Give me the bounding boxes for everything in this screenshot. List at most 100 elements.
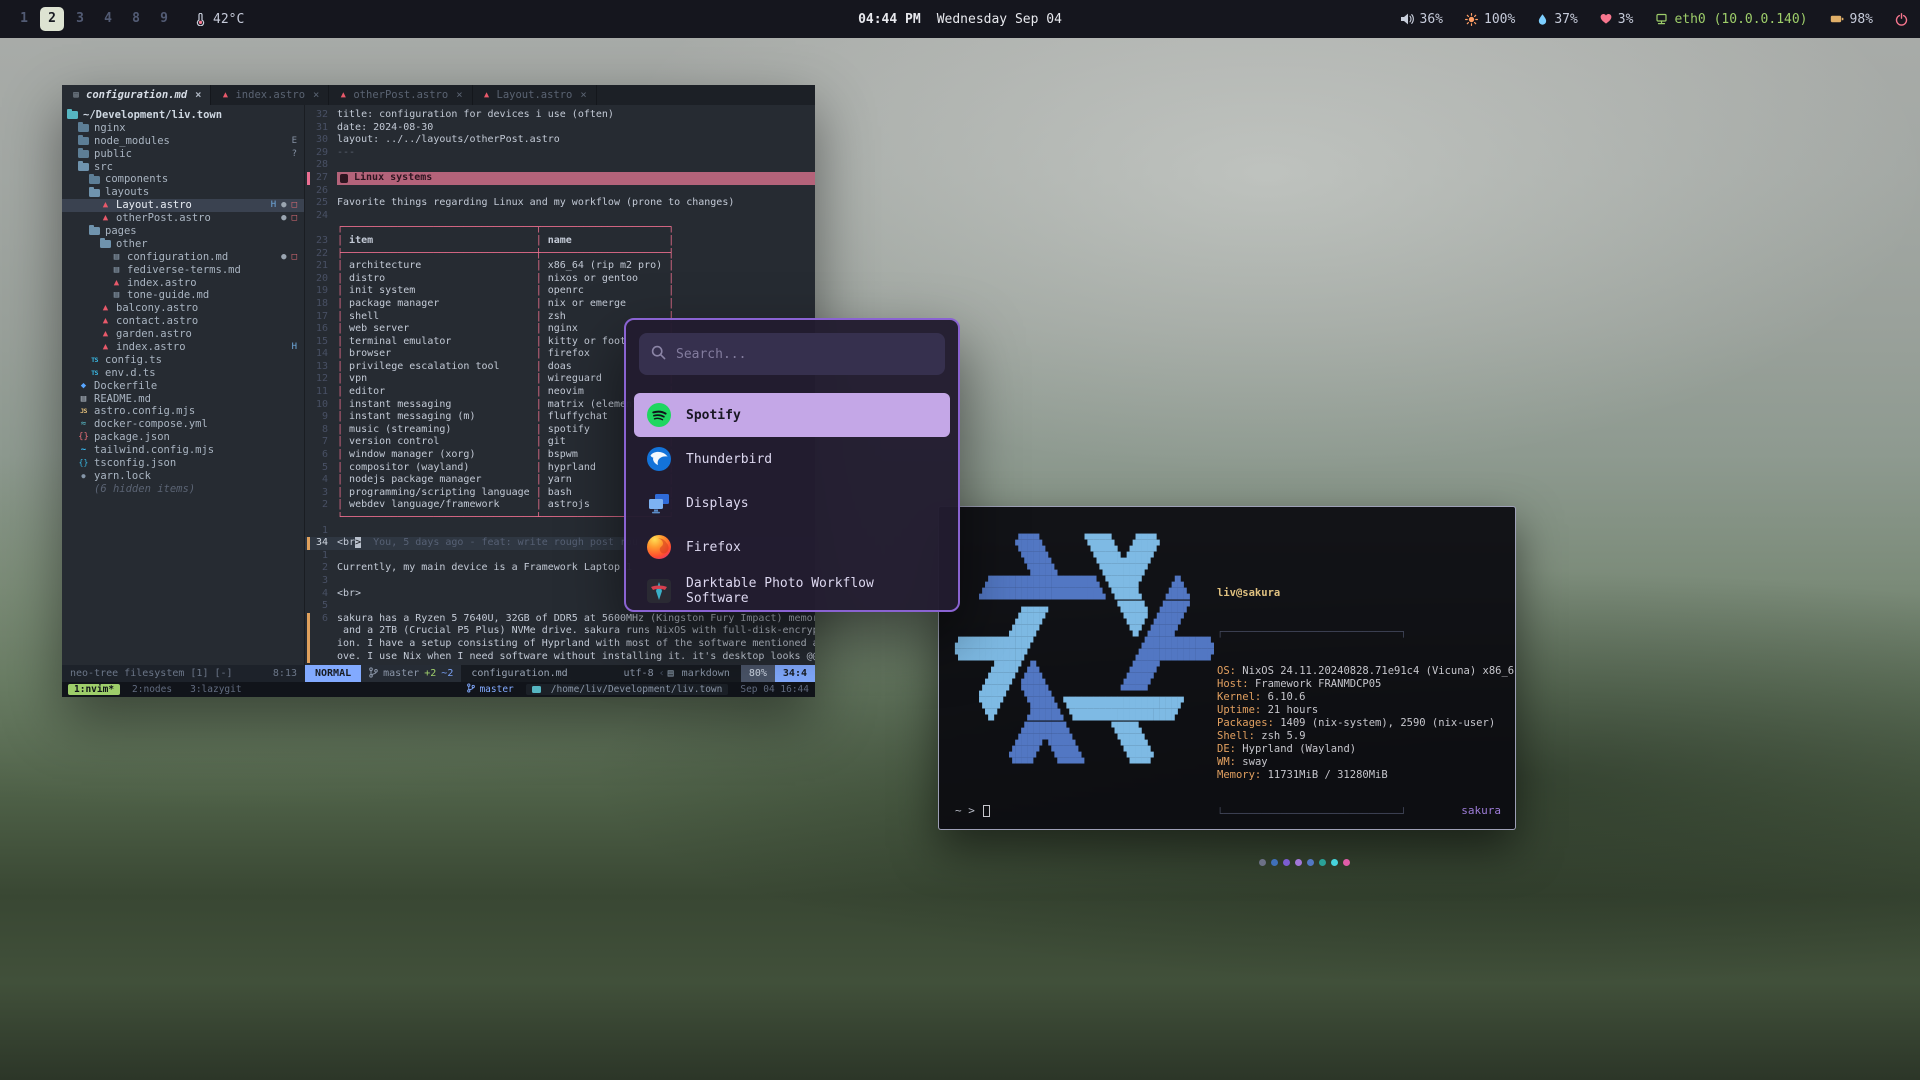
- tab-label: configuration.md: [86, 89, 187, 101]
- workspace-button-8[interactable]: 8: [124, 7, 148, 31]
- tree-item-layouts[interactable]: layouts: [62, 186, 304, 199]
- power-module[interactable]: [1895, 13, 1908, 26]
- tree-item-contact.astro[interactable]: ▲contact.astro: [62, 315, 304, 328]
- git-status-badge: E: [292, 135, 297, 148]
- table-row[interactable]: 20│ distro │ nixos or gentoo │: [305, 273, 815, 286]
- tree-item-pages[interactable]: pages: [62, 225, 304, 238]
- workspace-button-2[interactable]: 2: [40, 7, 64, 31]
- terminal-window: ▗▄▄▄ ▗▄▄▄▄ ▄▄▄▖ ▜███▙ ▜███▙ ▟███▛ ▜███▙ …: [938, 506, 1516, 830]
- folder-icon: [78, 137, 89, 145]
- close-icon[interactable]: ×: [456, 89, 462, 101]
- buffer-line[interactable]: ┌────────────────────────────────┬──────…: [305, 222, 815, 235]
- tree-item-label: ~/Development/liv.town: [83, 109, 222, 122]
- disk-module: 37%: [1537, 12, 1577, 27]
- tab-Layout.astro[interactable]: ▲Layout.astro×: [473, 85, 597, 105]
- tree-item-balcony.astro[interactable]: ▲balcony.astro: [62, 302, 304, 315]
- tree-item-nginx[interactable]: nginx: [62, 122, 304, 135]
- tree-item-label: balcony.astro: [116, 302, 198, 315]
- close-icon[interactable]: ×: [580, 89, 586, 101]
- buffer-line[interactable]: ion. I have a setup consisting of Hyprla…: [305, 638, 815, 651]
- tab-otherPost.astro[interactable]: ▲otherPost.astro×: [329, 85, 472, 105]
- tree-item-fediverse-terms.md[interactable]: ▤fediverse-terms.md: [62, 264, 304, 277]
- tree-item-nodemodules[interactable]: node_modulesE: [62, 135, 304, 148]
- palette-dot: [1307, 859, 1314, 866]
- tree-item-Layout.astro[interactable]: ▲Layout.astroH●□: [62, 199, 304, 212]
- tree-item-tone-guide.md[interactable]: ▤tone-guide.md: [62, 289, 304, 302]
- workspace-button-3[interactable]: 3: [68, 7, 92, 31]
- tree-item-yarn.lock[interactable]: ● yarn.lock: [62, 470, 304, 483]
- buffer-line[interactable]: 32title: configuration for devices i use…: [305, 109, 815, 122]
- launcher-item-displays[interactable]: Displays: [634, 481, 950, 525]
- shell-prompt[interactable]: ~ > sakura: [955, 804, 1501, 817]
- palette-dot: [1271, 859, 1278, 866]
- buffer-line[interactable]: and a 2TB (Crucial P5 Plus) NVMe drive. …: [305, 625, 815, 638]
- workspace-button-4[interactable]: 4: [96, 7, 120, 31]
- launcher-item-thunderbird[interactable]: Thunderbird: [634, 437, 950, 481]
- palette-dot: [1319, 859, 1326, 866]
- workspace-button-9[interactable]: 9: [152, 7, 176, 31]
- buffer-line[interactable]: 28: [305, 159, 815, 172]
- fastfetch-info: liv@sakura ┌────────────────────────────…: [1217, 561, 1514, 892]
- table-row[interactable]: 21│ architecture │ x86_64 (rip m2 pro) │: [305, 260, 815, 273]
- launcher-item-spotify[interactable]: Spotify: [634, 393, 950, 437]
- tab-configuration.md[interactable]: ▤configuration.md×: [62, 85, 211, 105]
- spotify-icon: [646, 402, 672, 428]
- buffer-line[interactable]: 31date: 2024-08-30: [305, 122, 815, 135]
- folder-icon: [78, 124, 89, 132]
- tab-index.astro[interactable]: ▲index.astro×: [211, 85, 329, 105]
- tree-item-~Developmentliv.town[interactable]: ~/Development/liv.town: [62, 109, 304, 122]
- tree-item-label: garden.astro: [116, 328, 192, 341]
- folder-icon: [89, 227, 100, 235]
- tree-item-public[interactable]: public?: [62, 148, 304, 161]
- buffer-line[interactable]: 22├────────────────────────────────┼────…: [305, 248, 815, 261]
- markdown-heading[interactable]: 27Linux systems: [305, 172, 815, 185]
- ts-file-icon: TS: [89, 354, 100, 367]
- lock-file-icon: ●: [78, 470, 89, 483]
- table-row[interactable]: 18│ package manager │ nix or emerge │: [305, 298, 815, 311]
- tree-item-astro.config.mjs[interactable]: JSastro.config.mjs: [62, 405, 304, 418]
- buffer-line[interactable]: 30layout: ../../layouts/otherPost.astro: [305, 134, 815, 147]
- tree-item-docker-compose.yml[interactable]: ≈docker-compose.yml: [62, 418, 304, 431]
- buffer-line[interactable]: 29---: [305, 147, 815, 160]
- table-row[interactable]: 19│ init system │ openrc │: [305, 285, 815, 298]
- tree-item-other[interactable]: other: [62, 238, 304, 251]
- tmux-window-3:lazygit[interactable]: 3:lazygit: [184, 684, 247, 695]
- buffer-line[interactable]: 6sakura has a Ryzen 5 7640U, 32GB of DDR…: [305, 613, 815, 626]
- tree-item-index.astro[interactable]: ▲index.astroH: [62, 341, 304, 354]
- buffer-line[interactable]: ove. I use Nix when I need software with…: [305, 651, 815, 664]
- tmux-window-1:nvim*[interactable]: 1:nvim*: [68, 684, 120, 695]
- file-tree: ~/Development/liv.townnginxnode_modulesE…: [62, 105, 305, 665]
- tree-item-tsconfig.json[interactable]: {}tsconfig.json: [62, 457, 304, 470]
- tree-item-garden.astro[interactable]: ▲garden.astro: [62, 328, 304, 341]
- tree-item-package.json[interactable]: {}package.json: [62, 431, 304, 444]
- tree-item-otherPost.astro[interactable]: ▲otherPost.astro●□: [62, 212, 304, 225]
- buffer-line[interactable]: 26: [305, 185, 815, 198]
- tree-item-6hiddenitems[interactable]: (6 hidden items): [62, 483, 304, 496]
- tree-item-label: public: [94, 148, 132, 161]
- launcher-search[interactable]: [639, 333, 945, 375]
- buffer-line[interactable]: 25Favorite things regarding Linux and my…: [305, 197, 815, 210]
- tmux-window-2:nodes[interactable]: 2:nodes: [126, 684, 178, 695]
- tree-item-components[interactable]: components: [62, 173, 304, 186]
- close-icon[interactable]: ×: [313, 89, 319, 101]
- tree-item-config.ts[interactable]: TSconfig.ts: [62, 354, 304, 367]
- launcher-item-darktable[interactable]: Darktable Photo Workflow Software: [634, 569, 950, 612]
- tree-item-env.d.ts[interactable]: TSenv.d.ts: [62, 367, 304, 380]
- tree-item-Dockerfile[interactable]: ◆Dockerfile: [62, 380, 304, 393]
- tree-item-index.astro[interactable]: ▲index.astro: [62, 277, 304, 290]
- tree-item-configuration.md[interactable]: ▤configuration.md●□: [62, 251, 304, 264]
- tree-item-label: yarn.lock: [94, 470, 151, 483]
- table-row[interactable]: 23│ item │ name │: [305, 235, 815, 248]
- tree-item-tailwind.config.mjs[interactable]: ~tailwind.config.mjs: [62, 444, 304, 457]
- tree-item-label: fediverse-terms.md: [127, 264, 241, 277]
- fetch-info-line: WM: sway: [1217, 756, 1514, 769]
- launcher-item-firefox[interactable]: Firefox: [634, 525, 950, 569]
- buffer-line[interactable]: 24: [305, 210, 815, 223]
- tree-item-README.md[interactable]: ▤README.md: [62, 393, 304, 406]
- tree-item-src[interactable]: src: [62, 161, 304, 174]
- astro-file-icon: ▲: [100, 341, 111, 354]
- tailwind-file-icon: ~: [78, 444, 89, 457]
- workspace-button-1[interactable]: 1: [12, 7, 36, 31]
- close-icon[interactable]: ×: [195, 89, 201, 101]
- search-input[interactable]: [676, 347, 933, 362]
